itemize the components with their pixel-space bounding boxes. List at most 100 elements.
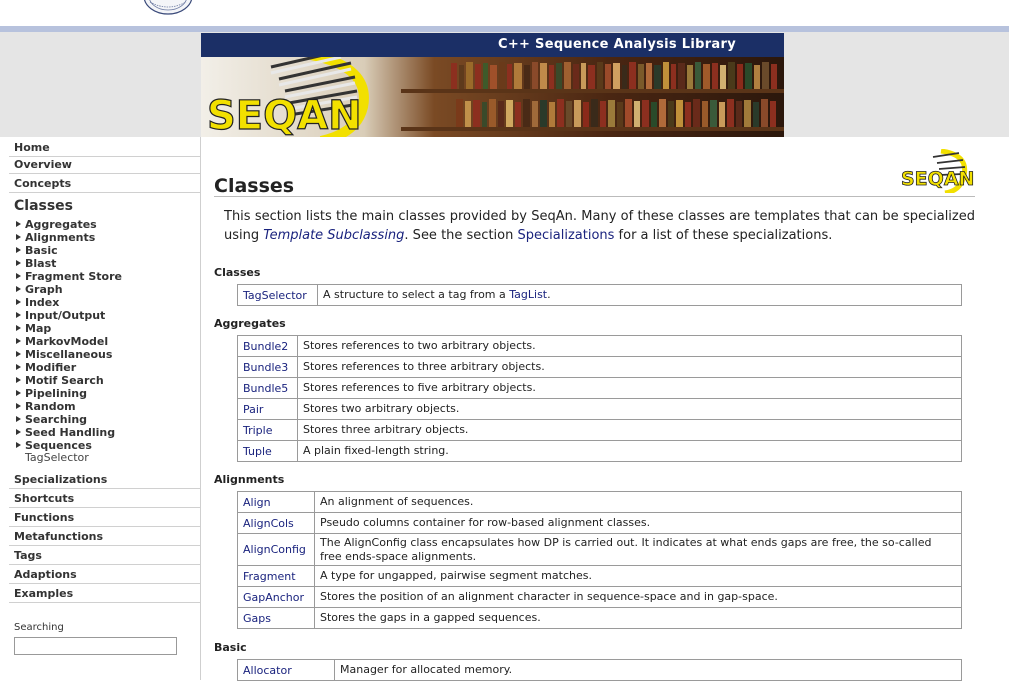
nav-sub-label: Miscellaneous [25, 348, 113, 361]
nav-sub-miscellaneous[interactable]: Miscellaneous [16, 348, 112, 361]
triangle-right-icon [16, 416, 21, 422]
nav-sub-blast[interactable]: Blast [16, 257, 56, 270]
nav-sub-label: Pipelining [25, 387, 88, 400]
class-link[interactable]: Gaps [237, 607, 315, 629]
nav-sub-searching[interactable]: Searching [16, 413, 87, 426]
nav-sub-pipelining[interactable]: Pipelining [16, 387, 87, 400]
alignments-table: Align An alignment of sequences. AlignCol… [237, 491, 962, 629]
page-title: Classes [214, 175, 295, 197]
triangle-right-icon [16, 299, 21, 305]
nav-sub-markovmodel[interactable]: MarkovModel [16, 335, 108, 348]
triangle-right-icon [16, 442, 21, 448]
nav-classes-current[interactable]: Classes [14, 198, 73, 214]
template-subclassing-link[interactable]: Template Subclassing [263, 228, 404, 243]
nav-specializations-label: Specializations [14, 473, 108, 486]
nav-sub-label: Input/Output [25, 309, 106, 322]
table-row: Tuple A plain fixed-length string. [237, 440, 962, 462]
table-row: Allocator Manager for allocated memory. [237, 659, 962, 681]
class-link[interactable]: AlignConfig [237, 533, 315, 566]
search-label: Searching [14, 622, 64, 633]
intro-text: . See the section [404, 228, 518, 243]
triangle-right-icon [16, 273, 21, 279]
class-link[interactable]: Bundle2 [237, 335, 298, 357]
nav-functions[interactable]: Functions [9, 509, 200, 527]
nav-adaptions[interactable]: Adaptions [9, 566, 200, 584]
class-link[interactable]: Align [237, 491, 315, 513]
nav-sub-input-output[interactable]: Input/Output [16, 309, 105, 322]
class-link[interactable]: AlignCols [237, 512, 315, 534]
class-link[interactable]: Bundle3 [237, 356, 298, 378]
nav-sub-graph[interactable]: Graph [16, 283, 63, 296]
table-row: GapAnchor Stores the position of an align… [237, 586, 962, 608]
class-description: A type for ungapped, pairwise segment ma… [314, 565, 962, 587]
triangle-right-icon [16, 403, 21, 409]
table-row: TagSelector A structure to select a tag … [237, 284, 962, 306]
nav-sub-fragment-store[interactable]: Fragment Store [16, 270, 122, 283]
class-description: Pseudo columns container for row-based a… [314, 512, 962, 534]
triangle-right-icon [16, 364, 21, 370]
triangle-right-icon [16, 377, 21, 383]
triangle-right-icon [16, 312, 21, 318]
nav-sub-map[interactable]: Map [16, 322, 51, 335]
nav-current-page[interactable]: TagSelector [25, 451, 89, 464]
top-strip [0, 0, 1009, 26]
nav-sub-label: Aggregates [25, 218, 97, 231]
nav-overview[interactable]: Overview [9, 156, 200, 174]
class-link[interactable]: GapAnchor [237, 586, 315, 608]
table-row: Gaps Stores the gaps in a gapped sequence… [237, 607, 962, 629]
triangle-right-icon [16, 351, 21, 357]
class-description: A plain fixed-length string. [297, 440, 962, 462]
section-heading-classes: Classes [214, 266, 261, 279]
class-description: Stores references to two arbitrary objec… [297, 335, 962, 357]
nav-examples[interactable]: Examples [9, 585, 200, 603]
nav-sub-aggregates[interactable]: Aggregates [16, 218, 97, 231]
nav-sub-motif-search[interactable]: Motif Search [16, 374, 104, 387]
nav-metafunctions-label: Metafunctions [14, 530, 104, 543]
triangle-right-icon [16, 325, 21, 331]
description-text: . [547, 288, 551, 301]
sidebar: Home Overview Concepts Classes Aggregate… [0, 137, 201, 680]
nav-sub-index[interactable]: Index [16, 296, 59, 309]
nav-concepts-label: Concepts [14, 177, 72, 190]
triangle-right-icon [16, 338, 21, 344]
intro-text: for a list of these specializations. [614, 228, 833, 243]
nav-functions-label: Functions [14, 511, 75, 524]
nav-specializations[interactable]: Specializations [9, 471, 200, 489]
seqan-logo-icon: SEQAN [901, 149, 975, 193]
triangle-right-icon [16, 429, 21, 435]
table-row: Pair Stores two arbitrary objects. [237, 398, 962, 420]
search-input[interactable] [14, 637, 177, 655]
class-link[interactable]: Tuple [237, 440, 298, 462]
nav-sub-alignments[interactable]: Alignments [16, 231, 95, 244]
nav-sub-label: Random [25, 400, 76, 413]
class-link[interactable]: Fragment [237, 565, 315, 587]
nav-metafunctions[interactable]: Metafunctions [9, 528, 200, 546]
nav-sub-label: Searching [25, 413, 88, 426]
nav-sub-modifier[interactable]: Modifier [16, 361, 76, 374]
class-description: An alignment of sequences. [314, 491, 962, 513]
nav-home[interactable]: Home [9, 139, 200, 157]
class-description: Stores the position of an alignment char… [314, 586, 962, 608]
seqan-banner-image: SEQAN [201, 57, 784, 137]
nav-tags[interactable]: Tags [9, 547, 200, 565]
specializations-link[interactable]: Specializations [518, 228, 615, 243]
nav-sub-seed-handling[interactable]: Seed Handling [16, 426, 115, 439]
nav-adaptions-label: Adaptions [14, 568, 77, 581]
triangle-right-icon [16, 221, 21, 227]
class-link[interactable]: Bundle5 [237, 377, 298, 399]
class-link[interactable]: Allocator [237, 659, 335, 681]
triangle-right-icon [16, 260, 21, 266]
class-link[interactable]: Pair [237, 398, 298, 420]
taglist-link[interactable]: TagList [509, 288, 547, 301]
nav-sub-label: Map [25, 322, 52, 335]
class-link[interactable]: Triple [237, 419, 298, 441]
nav-sub-random[interactable]: Random [16, 400, 76, 413]
class-link[interactable]: TagSelector [237, 284, 318, 306]
triangle-right-icon [16, 247, 21, 253]
svg-text:SEQAN: SEQAN [901, 168, 974, 190]
nav-sub-label: MarkovModel [25, 335, 109, 348]
nav-concepts[interactable]: Concepts [9, 175, 200, 193]
banner: C++ Sequence Analysis Library SEQAN [201, 33, 784, 137]
nav-sub-basic[interactable]: Basic [16, 244, 58, 257]
nav-shortcuts[interactable]: Shortcuts [9, 490, 200, 508]
